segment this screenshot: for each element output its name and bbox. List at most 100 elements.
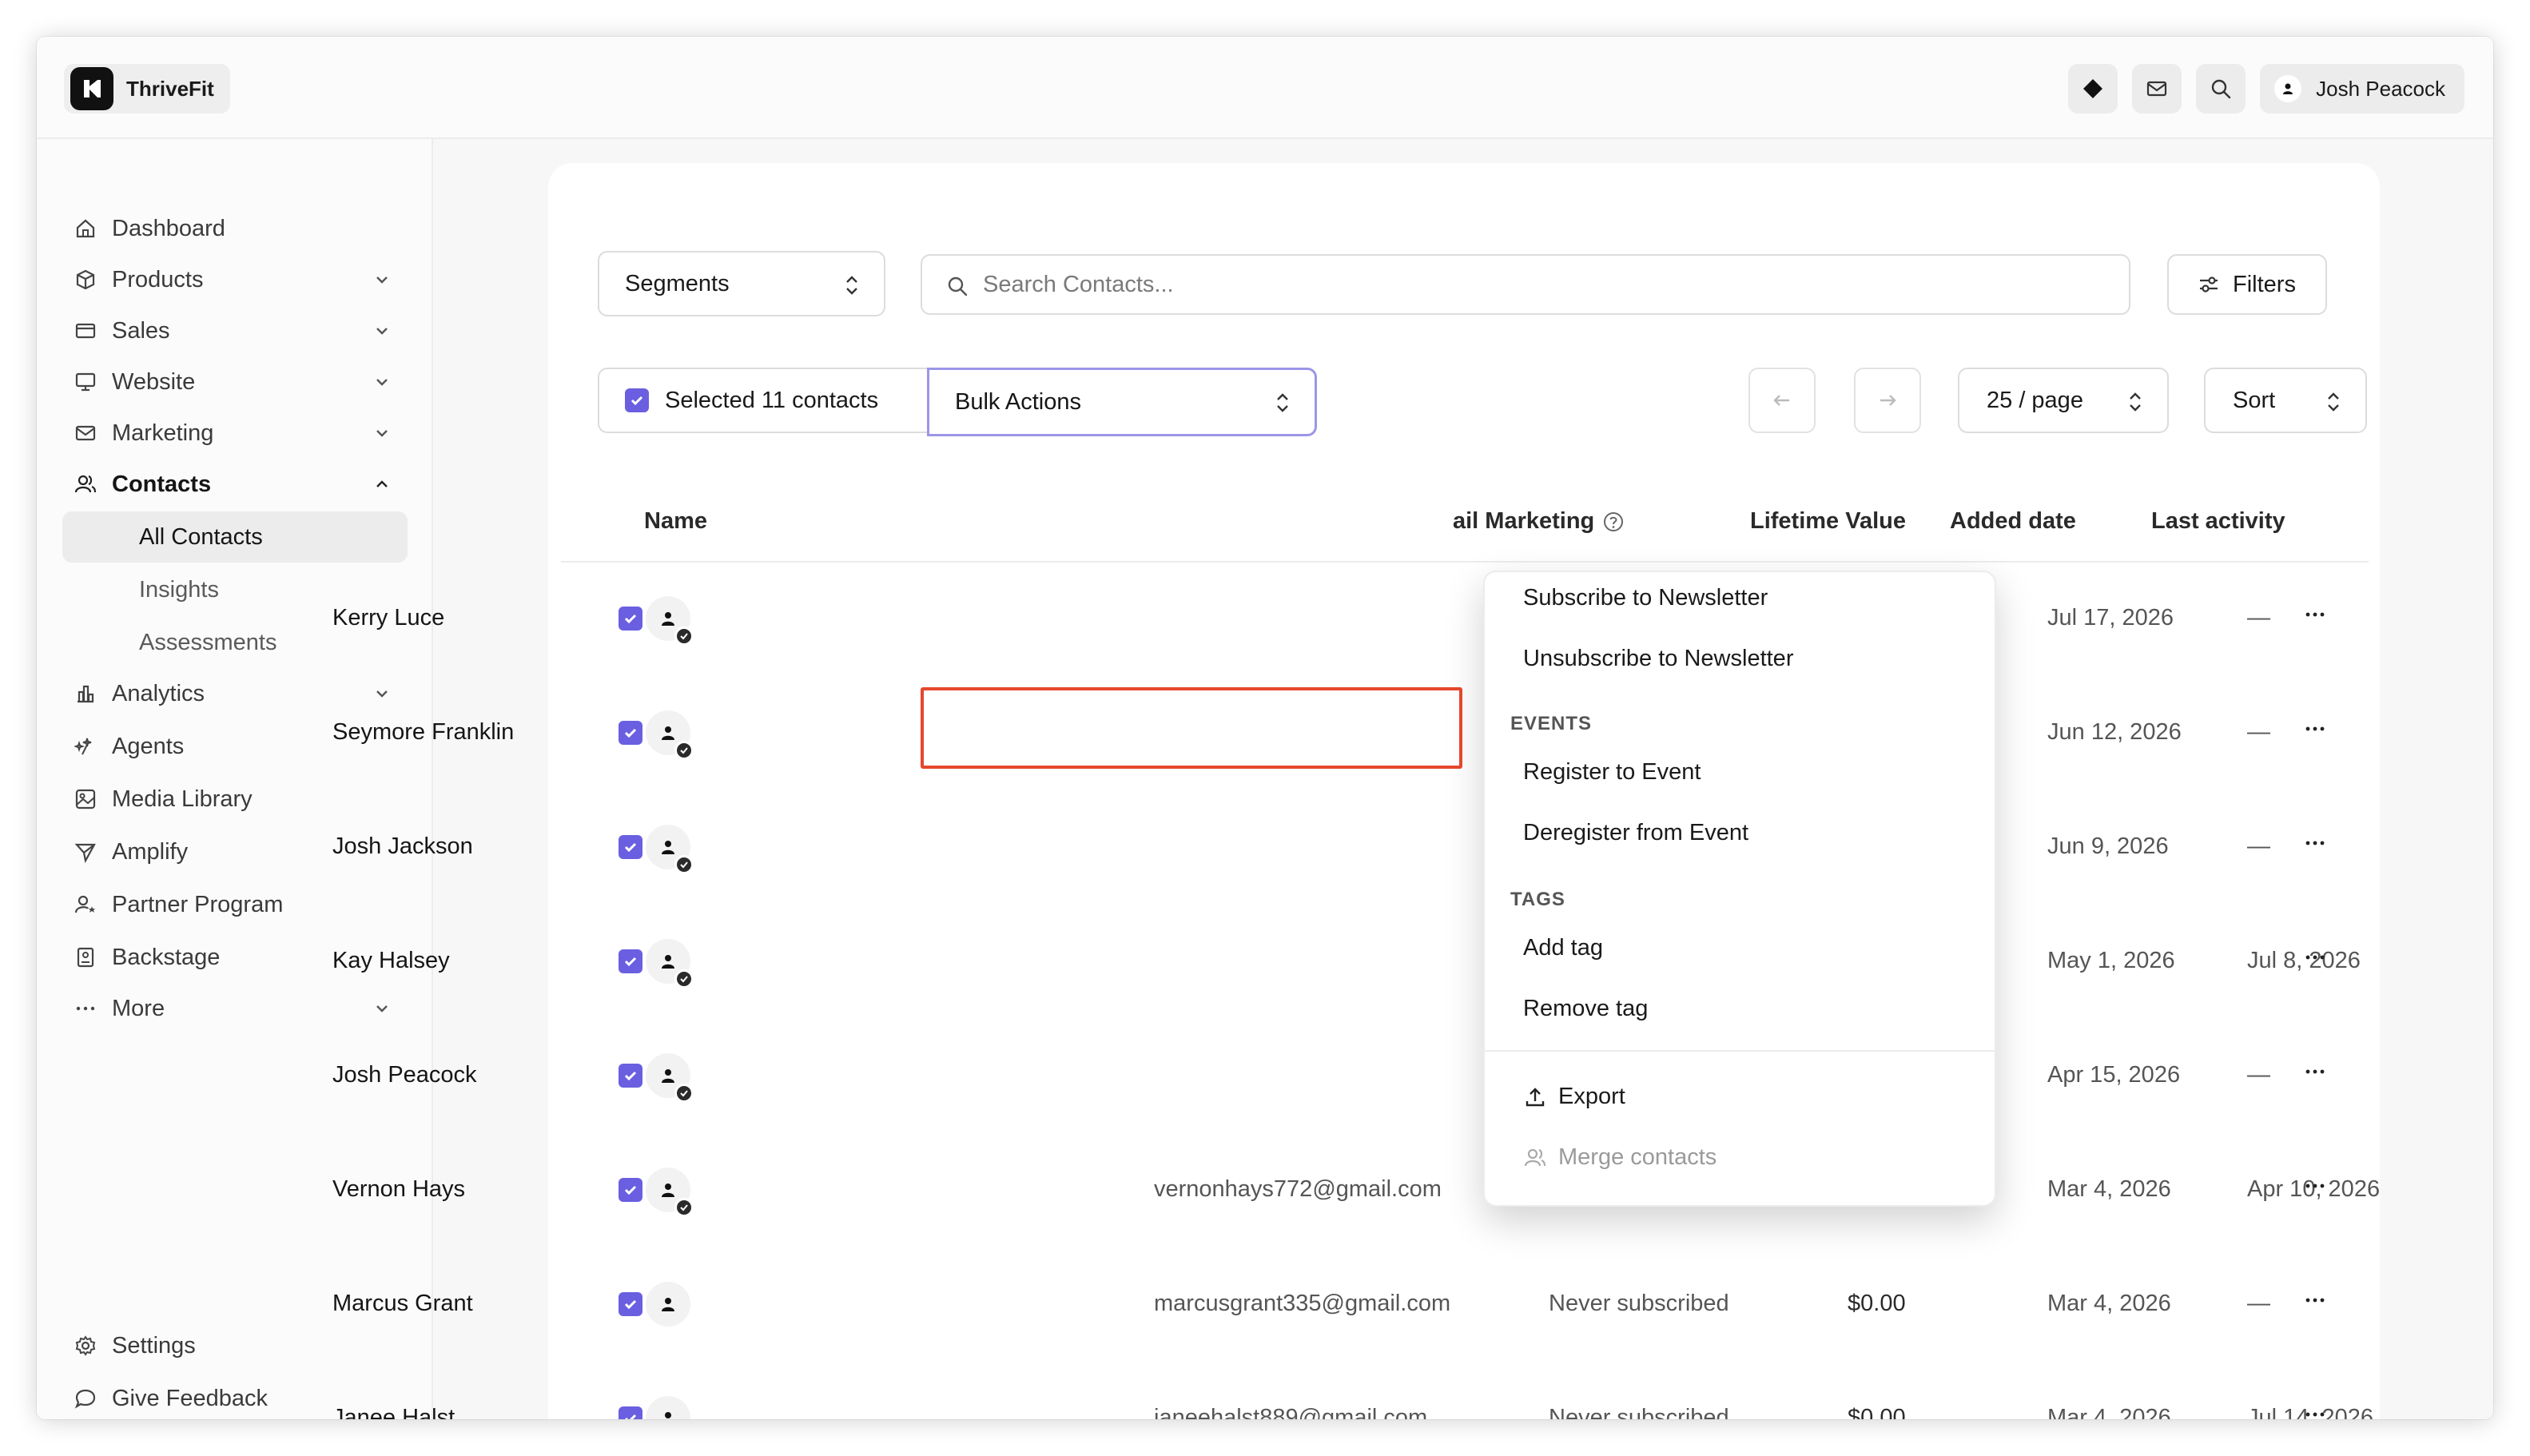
menu-item-remove-tag[interactable]: Remove tag xyxy=(1523,996,1648,1022)
search-contacts-input[interactable]: Search Contacts... xyxy=(921,254,2130,315)
user-avatar-icon xyxy=(2274,75,2302,102)
table-row[interactable]: Marcus Grant marcusgrant335@gmail.com Neve… xyxy=(332,1264,2380,1344)
more-horizontal-icon[interactable] xyxy=(2303,945,2327,969)
chat-icon xyxy=(74,1386,97,1410)
sidebar-item-analytics[interactable]: Analytics xyxy=(62,668,408,719)
email-marketing-status: Never subscribed xyxy=(1549,1291,1729,1316)
more-horizontal-icon[interactable] xyxy=(2303,603,2327,627)
monitor-icon xyxy=(74,370,97,394)
sidebar-item-marketing[interactable]: Marketing xyxy=(62,408,408,459)
more-horizontal-icon[interactable] xyxy=(2303,1060,2327,1084)
chevron-down-icon xyxy=(376,690,388,698)
selected-count-label: Selected 11 contacts xyxy=(665,387,879,413)
user-star-icon xyxy=(74,893,97,917)
contact-email: marcusgrant335@gmail.com xyxy=(1154,1291,1451,1316)
table-row[interactable]: Janee Halst janeehalst889@gmail.com Never … xyxy=(332,1378,2380,1419)
sidebar-item-dashboard[interactable]: Dashboard xyxy=(62,203,408,254)
column-header-lifetime-value[interactable]: Lifetime Value xyxy=(1750,508,1906,535)
menu-item-subscribe-newsletter[interactable]: Subscribe to Newsletter xyxy=(1523,585,1768,611)
gear-icon xyxy=(74,1334,97,1358)
sidebar-item-partner-program[interactable]: Partner Program xyxy=(62,879,408,930)
search-icon xyxy=(948,276,968,296)
sidebar-item-sales[interactable]: Sales xyxy=(62,305,408,356)
bulk-actions-label: Bulk Actions xyxy=(955,388,1081,415)
more-horizontal-icon[interactable] xyxy=(2303,1288,2327,1312)
help-circle-icon[interactable] xyxy=(1602,511,1625,533)
contact-name: Kay Halsey xyxy=(332,948,450,973)
menu-item-unsubscribe-newsletter[interactable]: Unsubscribe to Newsletter xyxy=(1523,646,1793,672)
prev-page-button[interactable] xyxy=(1748,368,1816,433)
column-header-label: ail Marketing xyxy=(1453,508,1595,534)
user-menu-button[interactable]: Josh Peacock xyxy=(2260,64,2464,113)
lifetime-value: $0.00 xyxy=(1848,1405,1906,1419)
search-placeholder: Search Contacts... xyxy=(983,271,1174,297)
filters-button[interactable]: Filters xyxy=(2167,254,2327,315)
last-activity: — xyxy=(2247,719,2270,745)
sidebar-item-website[interactable]: Website xyxy=(62,356,408,408)
row-checkbox[interactable] xyxy=(619,607,642,631)
added-date: Mar 4, 2026 xyxy=(2047,1405,2171,1419)
mail-icon xyxy=(2147,81,2167,97)
more-horizontal-icon[interactable] xyxy=(2303,1174,2327,1198)
menu-item-add-tag[interactable]: Add tag xyxy=(1523,935,1603,961)
added-date: Jun 9, 2026 xyxy=(2047,833,2169,859)
app-window: ThriveFit Josh Peacock Dashboard Product… xyxy=(37,37,2493,1419)
sidebar-item-label: Agents xyxy=(112,733,185,759)
brand-switcher[interactable]: ThriveFit xyxy=(64,64,230,113)
added-date: Mar 4, 2026 xyxy=(2047,1176,2171,1202)
menu-item-label: Merge contacts xyxy=(1558,1144,1717,1170)
table-row[interactable]: Josh Peacockubscribed$0.00Apr 15, 2026— xyxy=(332,1036,2380,1116)
menu-item-export[interactable]: Export xyxy=(1523,1084,1625,1110)
sort-select[interactable]: Sort xyxy=(2204,368,2367,433)
chevron-up-icon xyxy=(376,480,388,487)
table-row[interactable]: Kay Halseyver subscribed$0.00May 1, 2026… xyxy=(332,921,2380,1001)
menu-item-deregister-event[interactable]: Deregister from Event xyxy=(1523,820,1748,846)
row-checkbox[interactable] xyxy=(619,949,642,973)
sidebar-item-media-library[interactable]: Media Library xyxy=(62,774,408,825)
sidebar-subitem-all-contacts[interactable]: All Contacts xyxy=(62,511,408,563)
sidebar-item-label: Marketing xyxy=(112,420,214,446)
bar-chart-icon xyxy=(74,682,97,706)
users-icon xyxy=(74,472,97,496)
sidebar-item-more[interactable]: More xyxy=(62,983,408,1034)
sort-label: Sort xyxy=(2233,387,2276,413)
sidebar-item-contacts[interactable]: Contacts xyxy=(62,459,408,510)
row-checkbox[interactable] xyxy=(619,1292,642,1316)
more-horizontal-icon[interactable] xyxy=(2303,1402,2327,1419)
checkbox-checked-icon xyxy=(625,388,649,412)
selected-contacts-toggle[interactable]: Selected 11 contacts xyxy=(598,368,929,433)
email-marketing-status: Never subscribed xyxy=(1549,1405,1729,1419)
table-row[interactable]: Josh Jacksonbscribed$0.00Jun 9, 2026— xyxy=(332,807,2380,887)
row-checkbox[interactable] xyxy=(619,835,642,859)
contact-name: Kerry Luce xyxy=(332,605,445,631)
table-row[interactable]: Kerry Lucebscribed$0.00Jul 17, 2026— xyxy=(332,579,2380,658)
upgrade-button[interactable] xyxy=(2068,64,2118,113)
per-page-label: 25 / page xyxy=(1987,387,2083,413)
sidebar-item-products[interactable]: Products xyxy=(62,254,408,305)
search-button[interactable] xyxy=(2196,64,2246,113)
more-horizontal-icon[interactable] xyxy=(2303,831,2327,855)
segments-select[interactable]: Segments xyxy=(598,251,885,316)
mail-icon xyxy=(74,421,97,445)
row-checkbox[interactable] xyxy=(619,1178,642,1202)
menu-item-register-event[interactable]: Register to Event xyxy=(1523,759,1701,786)
inbox-button[interactable] xyxy=(2132,64,2182,113)
contact-name: Vernon Hays xyxy=(332,1176,466,1202)
row-checkbox[interactable] xyxy=(619,1406,642,1419)
column-header-added-date[interactable]: Added date xyxy=(1950,508,2076,535)
table-row[interactable]: Vernon Haysvernonhays772@gmail.comSubscr… xyxy=(332,1150,2380,1230)
last-activity: — xyxy=(2247,1291,2270,1316)
column-header-name[interactable]: Name xyxy=(644,508,707,535)
segments-label: Segments xyxy=(625,270,730,296)
column-header-email-marketing[interactable]: ail Marketing xyxy=(1453,508,1625,535)
row-checkbox[interactable] xyxy=(619,721,642,745)
sidebar-item-settings[interactable]: Settings xyxy=(62,1320,408,1371)
next-page-button[interactable] xyxy=(1854,368,1921,433)
column-header-last-activity[interactable]: Last activity xyxy=(2151,508,2285,535)
bulk-actions-select[interactable]: Bulk Actions xyxy=(927,368,1317,436)
more-horizontal-icon[interactable] xyxy=(2303,717,2327,741)
per-page-select[interactable]: 25 / page xyxy=(1958,368,2169,433)
table-row[interactable]: Seymore Franklinver subscribed$0.00Jun 1… xyxy=(332,693,2380,773)
row-checkbox[interactable] xyxy=(619,1064,642,1088)
menu-item-merge-contacts: Merge contacts xyxy=(1523,1144,1717,1171)
